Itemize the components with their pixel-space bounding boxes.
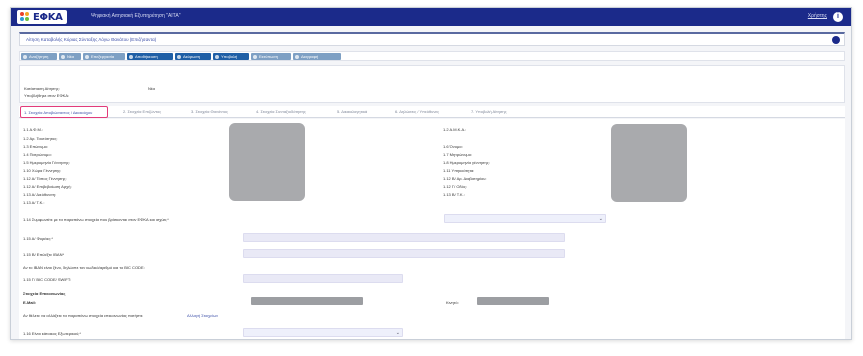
field-label-postcode: 1.13 Α/ Τ.Κ.: [23,200,45,205]
iban-note: Αν το IBAN είναι ξένο, δηλώστε τον κωδικ… [23,265,145,270]
new-button[interactable]: Νέα [59,53,81,60]
tab-7[interactable]: 7. Υποβολή Αίτησης [471,109,507,114]
app-title: Ψηφιακή Αιτησιακή Εξυπηρέτηση "ΑΙΤΑ" [91,13,181,19]
field-label-mother: 1.7 Μητρώνυμο: [443,152,473,157]
field-label-nationality: 1.11 Υπηκοότητα: [443,168,475,173]
edit-button[interactable]: Επεξεργασία [83,53,125,60]
bic-input[interactable] [243,274,403,283]
print-icon [253,54,257,59]
redacted-email [251,297,363,305]
logo-text: ΕΦΚΑ [33,11,63,23]
app-window: ΕΦΚΑ Ψηφιακή Αιτησιακή Εξυπηρέτηση "ΑΙΤΑ… [10,7,852,340]
trash-icon [295,54,299,59]
field-label-name: 1.6 Όνομα: [443,144,463,149]
toolbar: Αναζήτηση Νέα Επεξεργασία Αποθήκευση Ακύ… [19,51,845,61]
email-label: E-Mail: [23,300,37,305]
status-value: Νέα [148,86,155,91]
delete-button[interactable]: Διαγραφή [293,53,341,60]
bank-input[interactable] [243,233,565,242]
check-icon [215,54,219,59]
contact-change-note: Αν θέλετε να αλλάξετε τα παραπάνω στοιχε… [23,313,143,318]
field-label-postcode-right: 1.13 Β/ Τ.Κ.: [443,192,465,197]
tab-2[interactable]: 2. Στοιχεία Επιζώντος [123,109,161,114]
contact-heading: Στοιχεία Επικοινωνίας [23,291,66,296]
pencil-icon [85,54,89,59]
search-button[interactable]: Αναζήτηση [21,53,57,60]
phone-label: Κινητό: [446,300,459,305]
confirm-question-label: 1.14 Συμφωνείτε με τα παραπάνω στοιχεία … [23,217,169,222]
field-label-street: 1.12 Γ/ Οδός: [443,184,467,189]
resident-abroad-select[interactable]: ⌄ [243,328,403,337]
field-label-id: 1.2 Αρ. Ταυτότητας: [23,136,58,141]
confirm-select[interactable]: ⌄ [444,214,606,223]
field-label-birth-country: 1.10 Χώρα Γέννησης: [23,168,62,173]
menu-dot-icon[interactable] [832,36,840,44]
tab-4[interactable]: 4. Στοιχεία Συνταξιοδότησης [256,109,306,114]
submitted-label: Υποβλήθηκε στον ΕΦΚΑ: [24,93,70,98]
application-status-box: Κατάσταση Αίτησης: Νέα Υποβλήθηκε στον Ε… [19,65,845,103]
tab-bar: 1. Στοιχεία Αποβιώσαντος / Δικαιούχου 2.… [19,106,845,118]
redacted-personal-data [229,123,305,201]
tab-5[interactable]: 5. Δικαιολογητικά [337,109,367,114]
cancel-icon [177,54,181,59]
info-icon[interactable]: i [833,12,843,22]
field-label-amka: 1.2 Α.Μ.Κ.Α.: [443,127,467,132]
field-label-birth-place: 1.12 Α/ Τόπος Γέννησης: [23,176,67,181]
redacted-phone [477,297,549,305]
field-label-passport: 1.12 Β/ Αρ. Διαβατηρίου: [443,176,487,181]
field-label-authority: 1.12 Α/ Επιβεβαίωση Αρχή: [23,184,72,189]
logo-mark-icon [20,12,31,22]
breadcrumb-bar: Αίτηση Καταβολής Κύριας Σύνταξης Λόγω Θα… [19,32,845,46]
print-button[interactable]: Εκτύπωση [251,53,291,60]
cancel-button[interactable]: Ακύρωση [175,53,211,60]
tab-1[interactable]: 1. Στοιχεία Αποβιώσαντος / Δικαιούχου [20,106,108,118]
tab-3[interactable]: 3. Στοιχεία Θανόντος [191,109,228,114]
field-label-father: 1.4 Πατρώνυμο: [23,152,52,157]
resident-abroad-label: 1.16 Είναι κάτοικος Εξωτερικού;* [23,331,81,336]
redacted-personal-data-right [611,124,687,202]
breadcrumb: Αίτηση Καταβολής Κύριας Σύνταξης Λόγω Θα… [26,37,157,42]
field-label-surname: 1.3 Επώνυμο: [23,144,48,149]
top-bar: ΕΦΚΑ Ψηφιακή Αιτησιακή Εξυπηρέτηση "ΑΙΤΑ… [11,8,851,26]
form-content: 1.1 Α.Φ.Μ.: 1.2 Αρ. Ταυτότητας: 1.3 Επών… [19,119,845,339]
save-icon [129,54,133,59]
field-label-birthdate: 1.5 Ημερομηνία Γέννησης: [23,160,70,165]
search-icon [23,54,27,59]
save-button[interactable]: Αποθήκευση [127,53,173,60]
chevron-down-icon: ⌄ [598,216,603,222]
bic-label: 1.15 Γ/ BIC CODE/ SWIFT: [23,277,71,282]
field-label-address: 1.13 Α/ Διεύθυνση: [23,192,57,197]
bank-label: 1.15 Α/ Φορέας:* [23,236,53,241]
field-label-birthdate-right: 1.8 Ημερομηνία γέννησης: [443,160,490,165]
efka-logo[interactable]: ΕΦΚΑ [17,10,67,24]
submit-button[interactable]: Υποβολή [213,53,249,60]
change-contact-link[interactable]: Αλλαγή Στοιχείων [187,313,218,318]
status-label: Κατάσταση Αίτησης: [24,86,60,91]
field-label-afm: 1.1 Α.Φ.Μ.: [23,127,44,132]
chevron-down-icon: ⌄ [395,330,400,336]
user-link[interactable]: Χρήστης [808,13,827,19]
tab-6[interactable]: 6. Δηλώσεις / Υπεύθυνες [395,109,439,114]
iban-input[interactable] [243,249,565,258]
iban-label: 1.15 Β/ Επιλέξτε IBAN* [23,252,65,257]
plus-icon [61,54,65,59]
